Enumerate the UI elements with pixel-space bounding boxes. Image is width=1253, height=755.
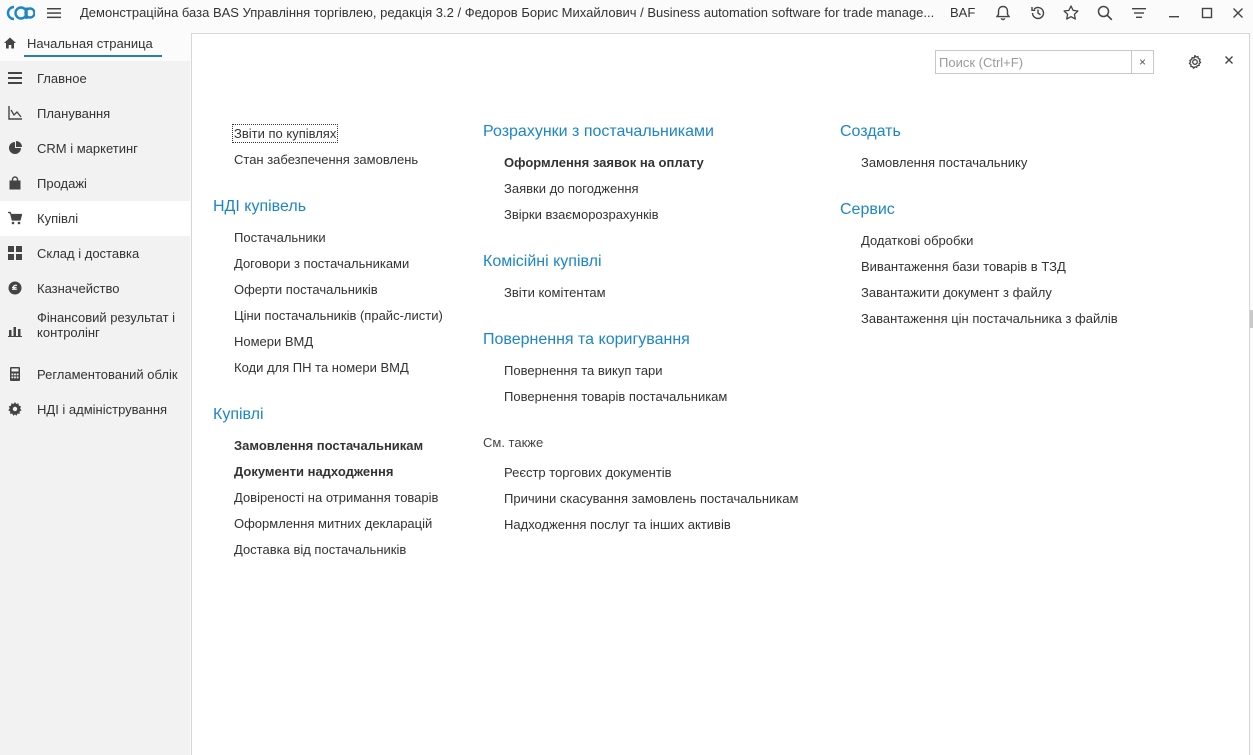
link-container-returns[interactable]: Повернення та викуп тари <box>504 363 663 378</box>
search-clear-button[interactable]: × <box>1131 51 1153 73</box>
link-load-supplier-prices-from-files[interactable]: Завантаження цін постачальника з файлів <box>861 311 1118 326</box>
sidebar-item-planning[interactable]: Планування <box>0 96 190 131</box>
sidebar-item-label: Продажі <box>37 176 87 191</box>
sidebar-item-regulated-accounting[interactable]: Регламентований облік <box>0 357 190 392</box>
shopping-bag-icon <box>8 176 22 190</box>
calculator-icon <box>8 367 22 381</box>
minimize-icon[interactable] <box>1165 4 1183 22</box>
link-purchase-reports[interactable]: Звіти по купівлях <box>231 124 339 143</box>
panel-close-icon[interactable] <box>1222 53 1236 67</box>
sidebar-item-label: Планування <box>37 106 111 121</box>
planning-chart-icon <box>8 106 22 120</box>
link-receipt-documents[interactable]: Документи надходження <box>234 464 393 479</box>
bar-chart-icon <box>8 323 22 337</box>
sidebar-item-treasury[interactable]: Казначейство <box>0 271 190 306</box>
sidebar-item-main[interactable]: Главное <box>0 61 190 96</box>
link-services-receipts[interactable]: Надходження послуг та інших активів <box>504 517 731 532</box>
sidebar-item-crm[interactable]: CRM і маркетинг <box>0 131 190 166</box>
sidebar-item-purchases[interactable]: Купівлі <box>0 201 190 236</box>
brand-label: BAF <box>950 5 976 20</box>
section-panel: × Звіти по купівлях Стан забезпечення за… <box>191 33 1250 755</box>
sidebar-item-admin[interactable]: НДІ і адміністрування <box>0 392 190 427</box>
sidebar-item-financial-result[interactable]: Фінансовий результат і контролінг <box>0 306 190 356</box>
link-consignor-reports[interactable]: Звіти комітентам <box>504 285 606 300</box>
app-title: Демонстраційна база BAS Управління торгі… <box>80 5 935 20</box>
section-header-returns-and-adjustments: Повернення та коригування <box>483 331 690 348</box>
grid-icon <box>8 246 22 260</box>
sidebar-item-label: Регламентований облік <box>37 367 178 382</box>
link-goods-returns-to-suppliers[interactable]: Повернення товарів постачальникам <box>504 389 727 404</box>
search-icon[interactable] <box>1096 4 1114 22</box>
section-header-purchases: Купівлі <box>213 406 264 423</box>
link-load-document-from-file[interactable]: Завантажити документ з файлу <box>861 285 1052 300</box>
sidebar-item-label: НДІ і адміністрування <box>37 402 168 417</box>
gear-icon <box>8 402 22 416</box>
section-header-commission-purchases: Комісійні купівлі <box>483 253 602 270</box>
maximize-icon[interactable] <box>1198 4 1216 22</box>
bell-icon[interactable] <box>994 4 1012 22</box>
sidebar-item-label: CRM і маркетинг <box>37 141 138 156</box>
link-requests-for-approval[interactable]: Заявки до погодження <box>504 181 639 196</box>
section-header-purchase-references: НДІ купівель <box>213 198 307 215</box>
link-export-goods-to-tsd[interactable]: Вивантаження бази товарів в ТЗД <box>861 259 1066 274</box>
link-codes-and-customs-numbers[interactable]: Коди для ПН та номери ВМД <box>234 360 409 375</box>
link-create-supplier-order[interactable]: Замовлення постачальнику <box>861 155 1027 170</box>
link-additional-processing[interactable]: Додаткові обробки <box>861 233 973 248</box>
sidebar-item-sales[interactable]: Продажі <box>0 166 190 201</box>
sidebar-item-label: Главное <box>37 71 87 86</box>
favorites-star-icon[interactable] <box>1062 4 1080 22</box>
link-suppliers[interactable]: Постачальники <box>234 230 326 245</box>
link-supplier-delivery[interactable]: Доставка від постачальників <box>234 542 406 557</box>
link-supplier-contracts[interactable]: Договори з постачальниками <box>234 256 409 271</box>
sidebar-item-warehouse[interactable]: Склад і доставка <box>0 236 190 271</box>
home-tab-label: Начальная страница <box>27 36 153 51</box>
window-close-icon[interactable] <box>1229 4 1247 22</box>
link-trade-documents-register[interactable]: Реєстр торгових документів <box>504 465 672 480</box>
panel-settings-gear-icon[interactable] <box>1186 53 1204 71</box>
section-header-supplier-settlements: Розрахунки з постачальниками <box>483 123 714 140</box>
title-bar: Демонстраційна база BAS Управління торгі… <box>0 0 1253 26</box>
home-page-tab[interactable]: Начальная страница <box>0 30 164 57</box>
pie-chart-icon <box>8 141 22 155</box>
search-box: × <box>935 50 1154 74</box>
sidebar-item-label: Склад і доставка <box>37 246 140 261</box>
home-icon <box>3 36 17 50</box>
bas-logo-icon[interactable] <box>6 4 36 22</box>
link-payment-requests[interactable]: Оформлення заявок на оплату <box>504 155 704 170</box>
search-input[interactable] <box>936 51 1131 73</box>
currency-coin-icon <box>8 281 22 295</box>
link-mutual-settlement-reconciliations[interactable]: Звірки взаєморозрахунків <box>504 207 659 222</box>
link-order-provision-status[interactable]: Стан забезпечення замовлень <box>234 152 418 167</box>
sidebar-item-label: Купівлі <box>37 211 79 226</box>
list-icon <box>8 71 22 85</box>
active-tab-underline <box>24 55 162 57</box>
main-menu-icon[interactable] <box>46 5 62 21</box>
section-header-create: Создать <box>840 123 901 140</box>
link-order-cancellation-reasons[interactable]: Причини скасування замовлень постачальни… <box>504 491 798 506</box>
link-powers-of-attorney[interactable]: Довіреності на отримання товарів <box>234 490 438 505</box>
link-supplier-price-lists[interactable]: Ціни постачальників (прайс-листи) <box>234 308 443 323</box>
link-customs-declaration-numbers[interactable]: Номери ВМД <box>234 334 313 349</box>
sidebar-item-label: Фінансовий результат і контролінг <box>37 310 176 340</box>
history-icon[interactable] <box>1029 4 1047 22</box>
link-customs-declarations[interactable]: Оформлення митних декларацій <box>234 516 432 531</box>
settings-menu-icon[interactable] <box>1130 4 1148 22</box>
link-supplier-orders[interactable]: Замовлення постачальникам <box>234 438 423 453</box>
section-header-service: Сервис <box>840 201 895 218</box>
section-header-see-also: См. также <box>483 435 544 450</box>
sidebar-item-label: Казначейство <box>37 281 120 296</box>
shopping-cart-icon <box>8 211 23 225</box>
link-supplier-offers[interactable]: Оферти постачальників <box>234 282 378 297</box>
sections-sidebar: Главное Планування CRM і маркетинг Прода… <box>0 61 190 755</box>
